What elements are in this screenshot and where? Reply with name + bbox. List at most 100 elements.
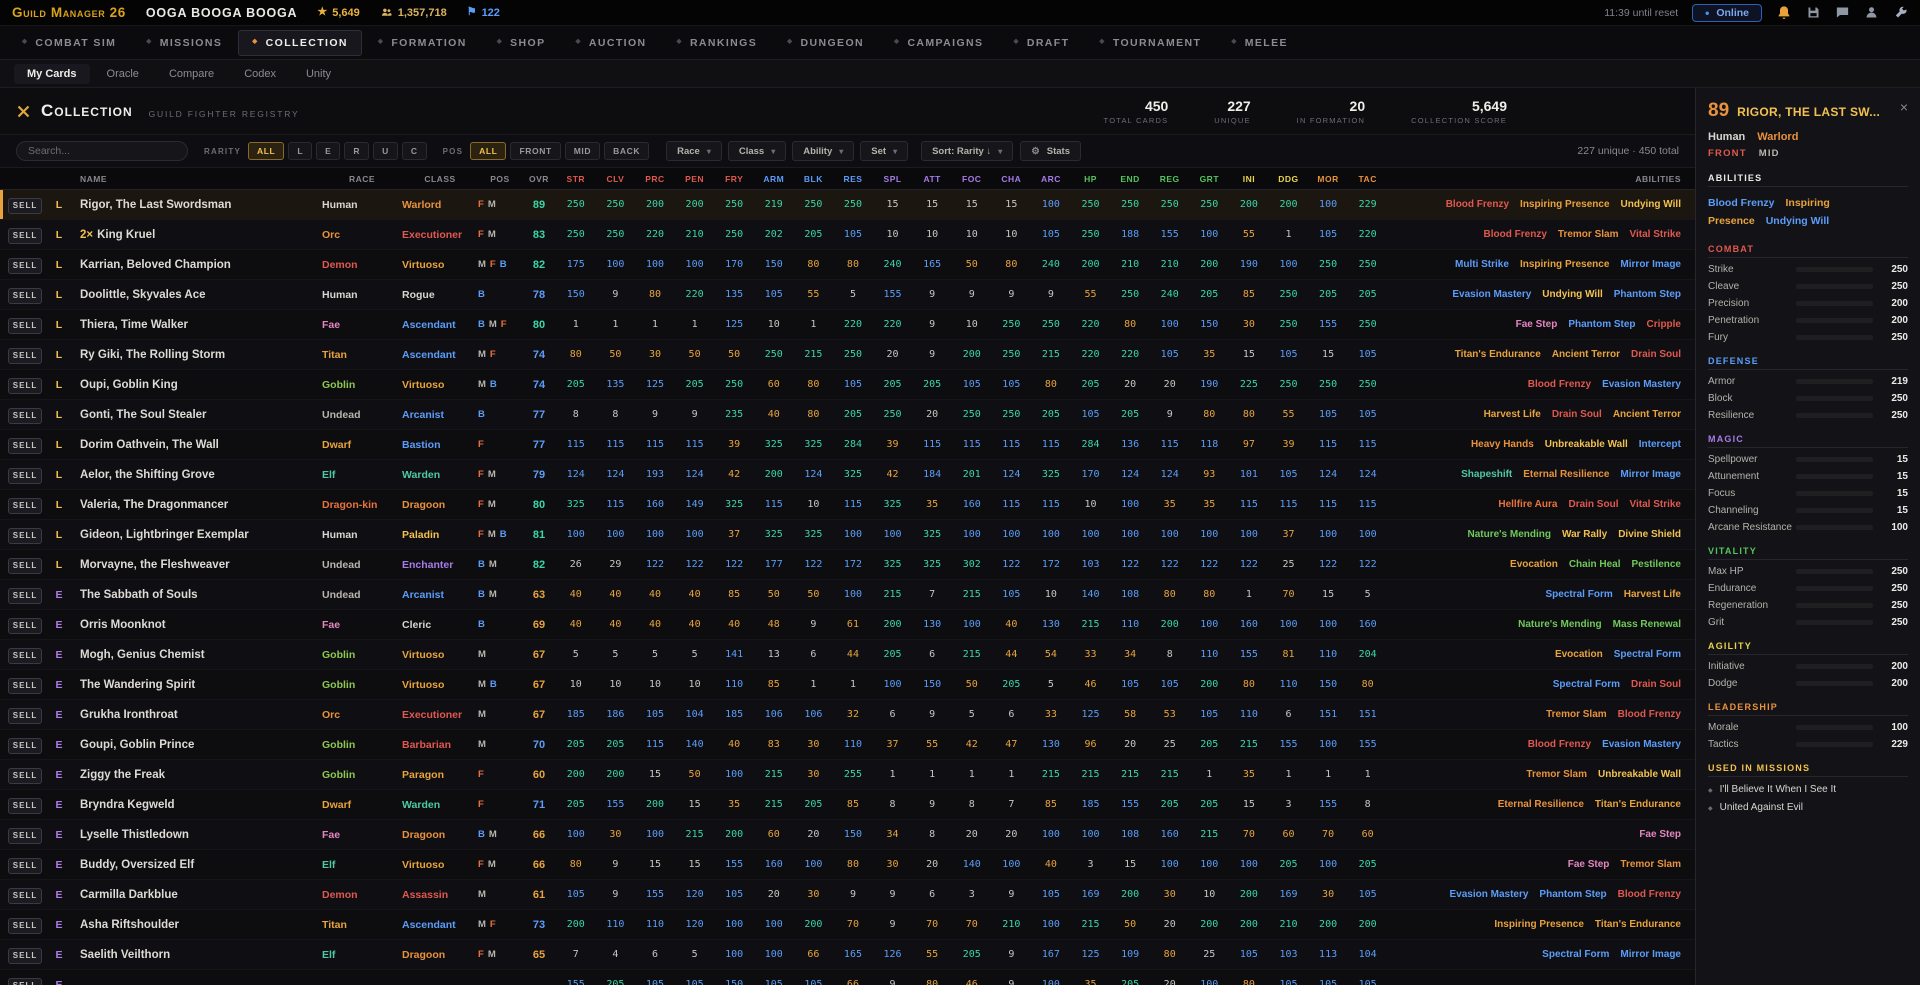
col-res[interactable]: RES: [833, 174, 873, 184]
col-pen[interactable]: PEN: [675, 174, 715, 184]
nav-tab-auction[interactable]: ◆Auction: [561, 30, 660, 56]
stats-toggle-button[interactable]: ⚙ Stats: [1020, 141, 1081, 161]
nav-tab-dungeon[interactable]: ◆Dungeon: [773, 30, 878, 56]
sell-button[interactable]: SELL: [8, 828, 42, 844]
sell-button[interactable]: SELL: [8, 258, 42, 274]
table-row[interactable]: SELLLDorim Oathvein, The WallDwarfBastio…: [0, 430, 1695, 460]
table-row[interactable]: SELLLKarrian, Beloved ChampionDemonVirtu…: [0, 250, 1695, 280]
col-race[interactable]: RACE: [322, 174, 402, 184]
sell-button[interactable]: SELL: [8, 648, 42, 664]
sell-button[interactable]: SELL: [8, 408, 42, 424]
table-row[interactable]: SELLLGideon, Lightbringer ExemplarHumanP…: [0, 520, 1695, 550]
table-row[interactable]: SELLE15520510510515010510566980469100352…: [0, 970, 1695, 985]
sell-button[interactable]: SELL: [8, 738, 42, 754]
table-row[interactable]: SELLLRy Giki, The Rolling StormTitanAsce…: [0, 340, 1695, 370]
ability-dropdown[interactable]: Ability▾: [792, 141, 854, 161]
sell-button[interactable]: SELL: [8, 858, 42, 874]
profile-icon[interactable]: [1864, 5, 1879, 20]
sell-button[interactable]: SELL: [8, 438, 42, 454]
bell-icon[interactable]: [1776, 5, 1792, 21]
col-hp[interactable]: HP: [1071, 174, 1111, 184]
sell-button[interactable]: SELL: [8, 528, 42, 544]
table-row[interactable]: SELLEAsha RiftshoulderTitanAscendantMF73…: [0, 910, 1695, 940]
col-clv[interactable]: CLV: [596, 174, 636, 184]
rarity-filter-all[interactable]: ALL: [248, 142, 284, 160]
col-ini[interactable]: INI: [1229, 174, 1269, 184]
race-dropdown[interactable]: Race▾: [666, 141, 722, 161]
col-fry[interactable]: FRY: [714, 174, 754, 184]
col-tac[interactable]: TAC: [1348, 174, 1388, 184]
sell-button[interactable]: SELL: [8, 678, 42, 694]
sell-button[interactable]: SELL: [8, 348, 42, 364]
sell-button[interactable]: SELL: [8, 228, 42, 244]
search-input[interactable]: [16, 141, 188, 161]
col-ovr[interactable]: OVR: [522, 174, 556, 184]
sell-button[interactable]: SELL: [8, 318, 42, 334]
online-status-button[interactable]: • Online: [1692, 4, 1762, 22]
set-dropdown[interactable]: Set▾: [860, 141, 908, 161]
sell-button[interactable]: SELL: [8, 798, 42, 814]
sub-tab-my-cards[interactable]: My Cards: [14, 64, 90, 84]
table-row[interactable]: SELLEGoupi, Goblin PrinceGoblinBarbarian…: [0, 730, 1695, 760]
table-row[interactable]: SELLLValeria, The DragonmancerDragon-kin…: [0, 490, 1695, 520]
wrench-icon[interactable]: [1893, 5, 1908, 20]
class-dropdown[interactable]: Class▾: [728, 141, 786, 161]
table-row[interactable]: SELLEBuddy, Oversized ElfElfVirtuosoFM66…: [0, 850, 1695, 880]
sell-button[interactable]: SELL: [8, 618, 42, 634]
table-row[interactable]: SELLEOrris MoonknotFaeClericB69404040404…: [0, 610, 1695, 640]
close-icon[interactable]: ×: [1900, 100, 1908, 114]
col-mor[interactable]: MOR: [1308, 174, 1348, 184]
table-row[interactable]: SELLEMogh, Genius ChemistGoblinVirtuosoM…: [0, 640, 1695, 670]
sell-button[interactable]: SELL: [8, 558, 42, 574]
nav-tab-campaigns[interactable]: ◆Campaigns: [880, 30, 997, 56]
table-row[interactable]: SELLEThe Wandering SpiritGoblinVirtuosoM…: [0, 670, 1695, 700]
nav-tab-combat-sim[interactable]: ◆Combat Sim: [8, 30, 130, 56]
table-row[interactable]: SELLL2×King KruelOrcExecutionerFM8325025…: [0, 220, 1695, 250]
col-spl[interactable]: SPL: [873, 174, 913, 184]
sub-tab-compare[interactable]: Compare: [156, 64, 227, 84]
sell-button[interactable]: SELL: [8, 948, 42, 964]
nav-tab-formation[interactable]: ◆Formation: [364, 30, 481, 56]
pos-filter-front[interactable]: FRONT: [510, 142, 560, 160]
sell-button[interactable]: SELL: [8, 768, 42, 784]
sell-button[interactable]: SELL: [8, 588, 42, 604]
sell-button[interactable]: SELL: [8, 918, 42, 934]
detail-ability-undying-will[interactable]: Undying Will: [1766, 215, 1829, 227]
col-foc[interactable]: FOC: [952, 174, 992, 184]
sell-button[interactable]: SELL: [8, 888, 42, 904]
rarity-filter-l[interactable]: L: [288, 142, 312, 160]
col-name[interactable]: NAME: [72, 174, 322, 184]
sell-button[interactable]: SELL: [8, 378, 42, 394]
table-row[interactable]: SELLLOupi, Goblin KingGoblinVirtuosoMB74…: [0, 370, 1695, 400]
sell-button[interactable]: SELL: [8, 708, 42, 724]
rarity-filter-r[interactable]: R: [344, 142, 369, 160]
col-cha[interactable]: CHA: [992, 174, 1032, 184]
chat-icon[interactable]: [1835, 5, 1850, 20]
save-icon[interactable]: [1806, 5, 1821, 20]
table-row[interactable]: SELLLAelor, the Shifting GroveElfWardenF…: [0, 460, 1695, 490]
col-str[interactable]: STR: [556, 174, 596, 184]
sell-button[interactable]: SELL: [8, 498, 42, 514]
col-prc[interactable]: PRC: [635, 174, 675, 184]
sub-tab-unity[interactable]: Unity: [293, 64, 344, 84]
col-end[interactable]: END: [1110, 174, 1150, 184]
detail-ability-blood-frenzy[interactable]: Blood Frenzy: [1708, 197, 1775, 209]
col-arc[interactable]: ARC: [1031, 174, 1071, 184]
nav-tab-melee[interactable]: ◆Melee: [1217, 30, 1302, 56]
nav-tab-rankings[interactable]: ◆Rankings: [663, 30, 772, 56]
nav-tab-draft[interactable]: ◆Draft: [999, 30, 1083, 56]
table-row[interactable]: SELLLDoolittle, Skyvales AceHumanRogueB7…: [0, 280, 1695, 310]
table-row[interactable]: SELLEZiggy the FreakGoblinParagonF602002…: [0, 760, 1695, 790]
sub-tab-oracle[interactable]: Oracle: [94, 64, 152, 84]
pos-filter-mid[interactable]: MID: [565, 142, 600, 160]
sub-tab-codex[interactable]: Codex: [231, 64, 289, 84]
col-class[interactable]: CLASS: [402, 174, 478, 184]
col-pos[interactable]: POS: [478, 174, 522, 184]
sell-button[interactable]: SELL: [8, 198, 42, 214]
col-reg[interactable]: REG: [1150, 174, 1190, 184]
pos-filter-back[interactable]: BACK: [604, 142, 649, 160]
table-row[interactable]: SELLLGonti, The Soul StealerUndeadArcani…: [0, 400, 1695, 430]
table-row[interactable]: SELLECarmilla DarkblueDemonAssassinM6110…: [0, 880, 1695, 910]
table-row[interactable]: SELLLThiera, Time WalkerFaeAscendantBMF8…: [0, 310, 1695, 340]
sort-dropdown[interactable]: Sort: Rarity ↓ ▾: [921, 141, 1013, 161]
